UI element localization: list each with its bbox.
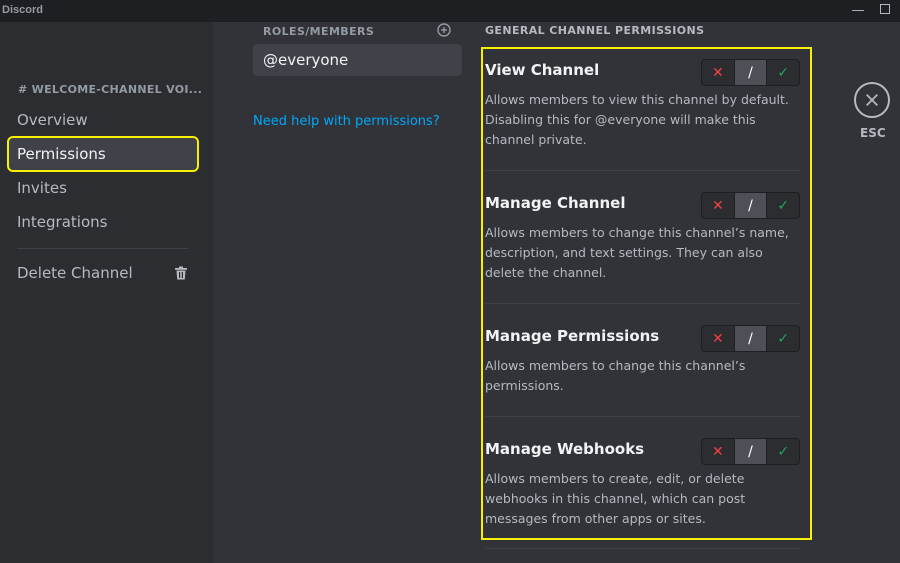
allow-button[interactable]: ✓ bbox=[767, 326, 799, 351]
app-name: Discord bbox=[2, 4, 43, 16]
permission-divider bbox=[485, 170, 800, 171]
permission-toggle: ✕ / ✓ bbox=[701, 325, 800, 352]
section-title: GENERAL CHANNEL PERMISSIONS bbox=[485, 24, 705, 37]
permission-description: Allows members to change this channel’s … bbox=[485, 225, 789, 280]
sidebar-item-integrations[interactable]: Integrations bbox=[9, 206, 197, 238]
deny-button[interactable]: ✕ bbox=[702, 326, 734, 351]
permission-description: Allows members to create, edit, or delet… bbox=[485, 471, 746, 526]
deny-button[interactable]: ✕ bbox=[702, 439, 734, 464]
esc-label: ESC bbox=[860, 126, 886, 140]
trash-icon[interactable] bbox=[174, 266, 188, 280]
permission-name: Manage Permissions bbox=[485, 327, 660, 345]
neutral-button[interactable]: / bbox=[733, 193, 768, 218]
roles-panel: ROLES/MEMBERS @everyone Need help with p… bbox=[213, 22, 462, 563]
sidebar-item-invites[interactable]: Invites bbox=[9, 172, 197, 204]
permission-divider bbox=[485, 548, 800, 549]
minimize-icon[interactable]: — bbox=[849, 2, 867, 20]
permission-name: View Channel bbox=[485, 61, 600, 79]
deny-button[interactable]: ✕ bbox=[702, 60, 734, 85]
maximize-icon[interactable] bbox=[876, 2, 894, 20]
permission-description: Allows members to change this channel’s … bbox=[485, 358, 746, 393]
role-everyone[interactable]: @everyone bbox=[253, 44, 462, 76]
permission-toggle: ✕ / ✓ bbox=[701, 59, 800, 86]
deny-button[interactable]: ✕ bbox=[702, 193, 734, 218]
close-icon[interactable] bbox=[854, 82, 890, 118]
permission-name: Manage Webhooks bbox=[485, 440, 645, 458]
permission-name: Manage Channel bbox=[485, 194, 626, 212]
help-permissions-link[interactable]: Need help with permissions? bbox=[253, 114, 440, 129]
neutral-button[interactable]: / bbox=[733, 326, 768, 351]
sidebar-divider bbox=[17, 248, 188, 249]
allow-button[interactable]: ✓ bbox=[767, 193, 799, 218]
allow-button[interactable]: ✓ bbox=[767, 60, 799, 85]
permission-description: Allows members to view this channel by d… bbox=[485, 92, 789, 147]
title-bar: Discord — bbox=[0, 0, 900, 22]
permission-toggle: ✕ / ✓ bbox=[701, 192, 800, 219]
permission-divider bbox=[485, 416, 800, 417]
sidebar-item-overview[interactable]: Overview bbox=[9, 104, 197, 136]
permission-divider bbox=[485, 303, 800, 304]
neutral-button[interactable]: / bbox=[733, 439, 768, 464]
roles-title: ROLES/MEMBERS bbox=[263, 25, 375, 38]
delete-channel-button[interactable]: Delete Channel bbox=[9, 257, 197, 289]
allow-button[interactable]: ✓ bbox=[767, 439, 799, 464]
sidebar-item-permissions[interactable]: Permissions bbox=[7, 136, 199, 172]
channel-header: # WELCOME-CHANNEL VOI... bbox=[18, 83, 203, 96]
permission-toggle: ✕ / ✓ bbox=[701, 438, 800, 465]
add-role-icon[interactable] bbox=[437, 23, 451, 37]
settings-sidebar: # WELCOME-CHANNEL VOI... Overview Permis… bbox=[0, 22, 213, 563]
neutral-button[interactable]: / bbox=[733, 60, 768, 85]
